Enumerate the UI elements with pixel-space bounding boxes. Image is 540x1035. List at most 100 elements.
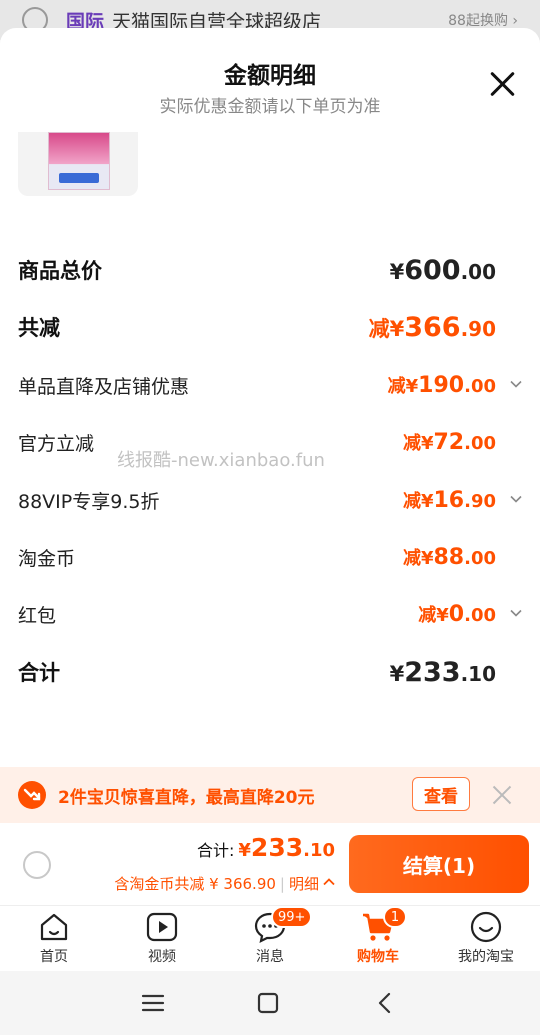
redpacket-row[interactable]: 红包 减 ¥ 0 .00 xyxy=(18,594,522,634)
message-badge: 99+ xyxy=(271,906,313,928)
video-icon xyxy=(145,910,179,944)
amount-int: 72 xyxy=(433,430,465,455)
checkout-bar: 合计: ¥ 233 .10 含淘金币共减 ¥ 366.90 | 明细 结算(1) xyxy=(0,823,540,905)
official-cut-label: 官方立减 xyxy=(18,432,95,455)
reduce-prefix: 减 xyxy=(368,316,390,341)
yen-sign: ¥ xyxy=(420,433,434,454)
redpacket-amount: 减 ¥ 0 .00 xyxy=(418,601,496,627)
cart-badge: 1 xyxy=(383,906,407,928)
amount-int: 190 xyxy=(418,373,465,398)
promo-banner: 2件宝贝惊喜直降，最高直降20元 查看 xyxy=(0,767,540,823)
redpacket-label: 红包 xyxy=(18,604,57,627)
amount-dec: .90 xyxy=(464,491,496,512)
amount-int: 88 xyxy=(433,545,465,570)
tab-video[interactable]: 视频 xyxy=(122,910,202,970)
sum-label: 合计 xyxy=(18,661,60,685)
tab-message-label: 消息 xyxy=(256,949,284,965)
home-icon xyxy=(37,910,71,944)
checkout-detail-separator: | xyxy=(279,874,285,893)
amount-dec: .00 xyxy=(464,605,496,626)
official-cut-amount: 减 ¥ 72 .00 xyxy=(403,429,496,455)
chevron-down-icon[interactable] xyxy=(510,607,522,619)
back-icon[interactable] xyxy=(370,989,400,1017)
yen-sign: ¥ xyxy=(389,316,405,341)
yen-sign: ¥ xyxy=(420,548,434,569)
tab-cart-label: 购物车 xyxy=(357,949,399,965)
yen-sign: ¥ xyxy=(389,661,405,686)
tab-profile[interactable]: 我的淘宝 xyxy=(446,910,526,970)
vip88-label: 88VIP专享9.5折 xyxy=(18,490,160,513)
amount-dec: .00 xyxy=(460,259,496,284)
close-icon[interactable] xyxy=(488,70,516,98)
reduce-prefix: 减 xyxy=(402,433,421,454)
store-suffix: 88起换购 › xyxy=(448,13,518,29)
home-square-icon[interactable] xyxy=(253,989,283,1017)
settle-button[interactable]: 结算(1) xyxy=(349,835,529,893)
product-image xyxy=(48,132,110,190)
goods-total-label: 商品总价 xyxy=(18,259,102,283)
yen-sign: ¥ xyxy=(238,840,251,861)
product-thumbnail xyxy=(18,132,138,196)
goods-total-row: 商品总价 ¥ 600 .00 xyxy=(18,250,522,290)
promo-close-icon[interactable] xyxy=(492,785,512,805)
sheet-title: 金额明细 xyxy=(224,63,316,89)
menu-icon[interactable] xyxy=(138,989,168,1017)
promo-text: 2件宝贝惊喜直降，最高直降20元 xyxy=(58,787,315,808)
price-drop-icon xyxy=(18,781,46,809)
checkout-total-dec: .10 xyxy=(303,840,335,861)
checkout-total-int: 233 xyxy=(250,833,304,862)
system-nav-bar xyxy=(0,971,540,1035)
tab-cart[interactable]: 1 购物车 xyxy=(338,906,418,970)
checkout-detail-link: 明细 xyxy=(288,875,319,893)
tab-home[interactable]: 首页 xyxy=(14,910,94,970)
amount-dec: .00 xyxy=(464,548,496,569)
coins-row: 淘金币 减 ¥ 88 .00 xyxy=(18,537,522,577)
amount-int: 600 xyxy=(404,254,461,286)
profile-icon xyxy=(469,910,503,944)
checkout-total: 合计: ¥ 233 .10 xyxy=(197,833,335,862)
cart-icon: 1 xyxy=(361,906,407,944)
amount-dec: .90 xyxy=(460,316,496,341)
amount-int: 233 xyxy=(404,656,461,688)
amount-int: 16 xyxy=(433,488,465,513)
chevron-down-icon[interactable] xyxy=(510,493,522,505)
sheet-subtitle: 实际优惠金额请以下单页为准 xyxy=(159,97,381,117)
checkout-detail-text: 含淘金币共减 ¥ 366.90 xyxy=(114,875,276,893)
item-discount-amount: 减 ¥ 190 .00 xyxy=(388,372,496,398)
tab-home-label: 首页 xyxy=(40,949,68,965)
vip88-row[interactable]: 88VIP专享9.5折 减 ¥ 16 .90 xyxy=(18,480,522,520)
promo-view-button[interactable]: 查看 xyxy=(412,777,470,811)
coins-amount: 减 ¥ 88 .00 xyxy=(403,544,496,570)
reduce-prefix: 减 xyxy=(402,491,421,512)
amount-dec: .10 xyxy=(460,661,496,686)
sum-amount: ¥ 233 .10 xyxy=(390,657,496,688)
bottom-tab-bar: 首页 视频 99+ 消息 1 购物车 我的淘宝 xyxy=(0,905,540,971)
reduce-prefix: 减 xyxy=(387,376,406,397)
tab-profile-label: 我的淘宝 xyxy=(458,949,514,965)
total-reduce-row: 共减 减 ¥ 366 .90 xyxy=(18,307,522,347)
chevron-down-icon[interactable] xyxy=(510,378,522,390)
yen-sign: ¥ xyxy=(420,491,434,512)
select-all-radio[interactable] xyxy=(23,851,51,879)
goods-total-amount: ¥ 600 .00 xyxy=(390,255,496,286)
checkout-detail-toggle[interactable]: 含淘金币共减 ¥ 366.90 | 明细 xyxy=(114,873,335,894)
sum-row: 合计 ¥ 233 .10 xyxy=(18,652,522,692)
coins-label: 淘金币 xyxy=(18,547,76,570)
total-reduce-amount: 减 ¥ 366 .90 xyxy=(369,312,496,343)
amount-detail-sheet: 金额明细 实际优惠金额请以下单页为准 商品总价 ¥ 600 .00 共减 减 ¥… xyxy=(0,28,540,767)
amount-dec: .00 xyxy=(464,376,496,397)
yen-sign: ¥ xyxy=(389,259,405,284)
reduce-prefix: 减 xyxy=(402,548,421,569)
tab-video-label: 视频 xyxy=(148,949,176,965)
amount-int: 366 xyxy=(404,311,461,343)
chevron-up-icon xyxy=(323,876,335,891)
amount-dec: .00 xyxy=(464,433,496,454)
message-icon: 99+ xyxy=(253,906,313,944)
tab-message[interactable]: 99+ 消息 xyxy=(230,906,313,970)
checkout-total-label: 合计: xyxy=(196,841,235,860)
amount-int: 0 xyxy=(448,602,465,627)
yen-sign: ¥ xyxy=(405,376,419,397)
yen-sign: ¥ xyxy=(436,605,449,626)
item-discount-row[interactable]: 单品直降及店铺优惠 减 ¥ 190 .00 xyxy=(18,365,522,405)
item-discount-label: 单品直降及店铺优惠 xyxy=(18,375,190,398)
